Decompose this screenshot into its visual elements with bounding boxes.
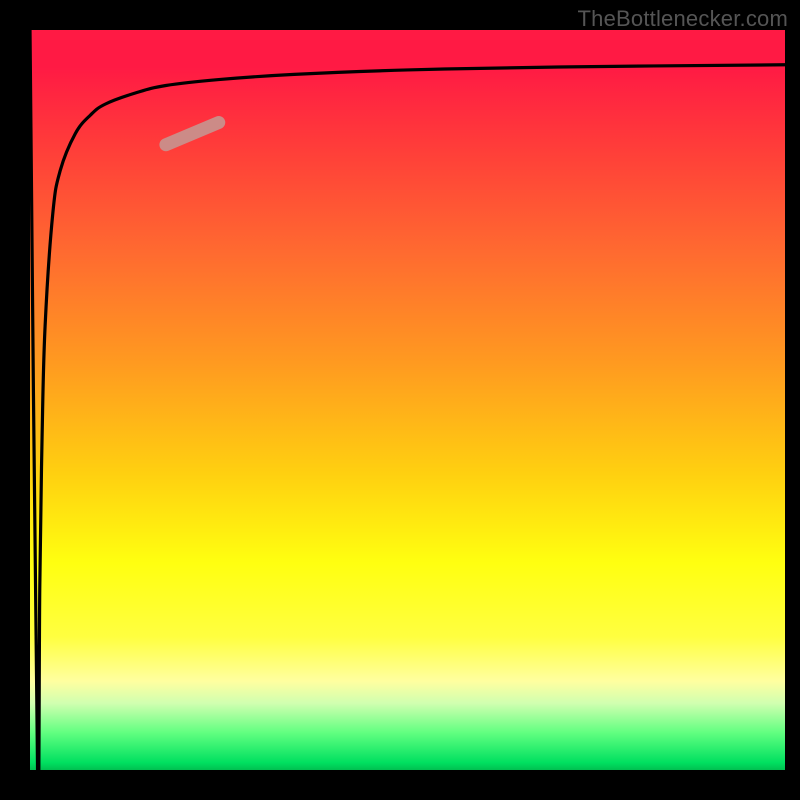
bottleneck-curve — [30, 30, 785, 795]
chart-frame: TheBottlenecker.com — [0, 0, 800, 800]
highlight-segment — [166, 123, 219, 145]
watermark-text: TheBottlenecker.com — [578, 6, 788, 32]
chart-curve-layer — [30, 30, 785, 770]
